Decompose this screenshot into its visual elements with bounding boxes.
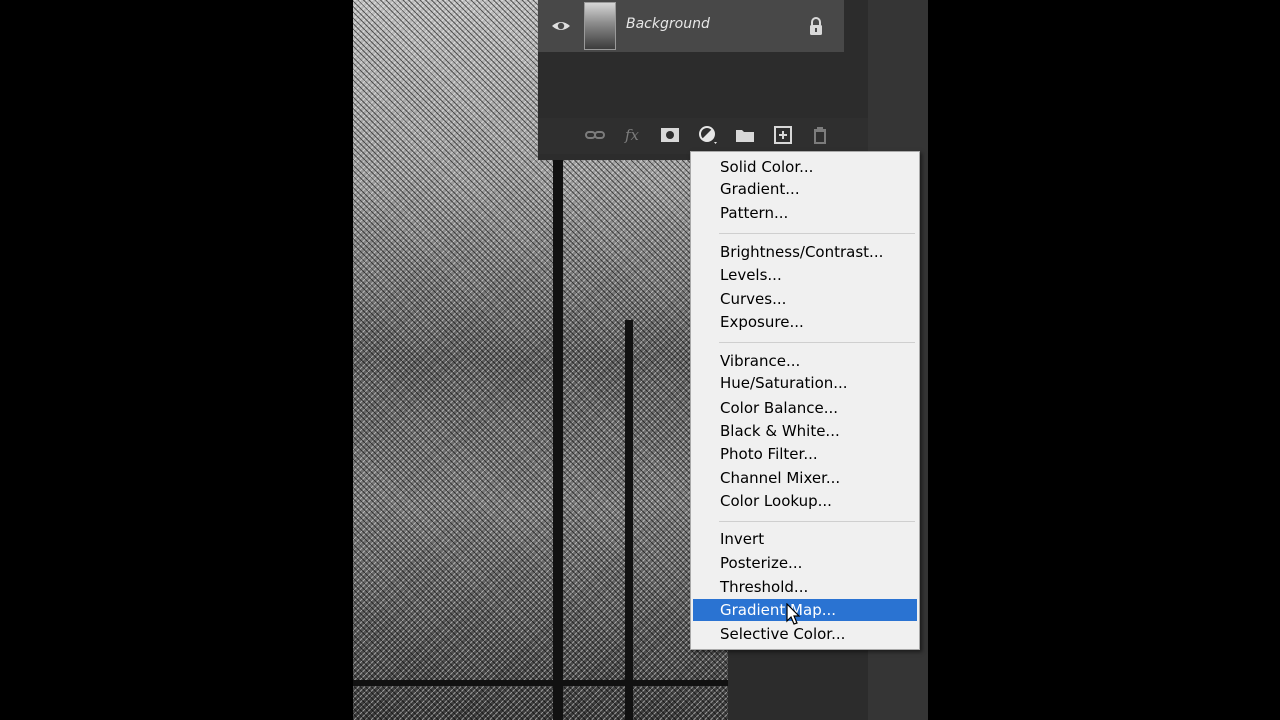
menu-item-exposure[interactable]: Exposure... <box>693 311 917 333</box>
new-layer-icon[interactable] <box>772 124 794 146</box>
mask-icon[interactable] <box>659 124 681 146</box>
menu-item-hue-saturation[interactable]: Hue/Saturation... <box>693 372 917 394</box>
menu-item-label: Curves... <box>720 290 787 308</box>
menu-item-label: Selective Color... <box>720 625 846 643</box>
menu-item-label: Exposure... <box>720 313 804 331</box>
layer-thumbnail <box>584 2 616 50</box>
menu-item-vibrance[interactable]: Vibrance... <box>693 350 917 372</box>
menu-item-label: Gradient Map... <box>720 601 837 619</box>
link-icon[interactable] <box>584 124 606 146</box>
menu-item-invert[interactable]: Invert <box>693 528 917 550</box>
svg-text:fx: fx <box>624 126 640 144</box>
mouse-cursor-icon <box>786 603 801 625</box>
menu-item-posterize[interactable]: Posterize... <box>693 552 917 574</box>
menu-item-label: Channel Mixer... <box>720 469 841 487</box>
menu-item-curves[interactable]: Curves... <box>693 288 917 310</box>
menu-item-photo-filter[interactable]: Photo Filter... <box>693 443 917 465</box>
menu-item-label: Hue/Saturation... <box>720 374 848 392</box>
canvas-pole <box>553 160 563 720</box>
menu-separator <box>719 233 915 234</box>
menu-item-channel-mixer[interactable]: Channel Mixer... <box>693 467 917 489</box>
canvas-pole <box>625 320 633 720</box>
menu-item-color-balance[interactable]: Color Balance... <box>693 397 917 419</box>
menu-item-solid-color[interactable]: Solid Color... <box>693 156 917 178</box>
canvas-rail <box>353 680 728 686</box>
menu-item-label: Brightness/Contrast... <box>720 243 884 261</box>
menu-item-selective-color[interactable]: Selective Color... <box>693 623 917 645</box>
trash-icon[interactable] <box>809 124 831 146</box>
menu-item-label: Solid Color... <box>720 158 814 176</box>
menu-item-gradient[interactable]: Gradient... <box>693 178 917 200</box>
adjustment-layer-menu: Solid Color... Gradient... Pattern... Br… <box>690 151 920 650</box>
lock-icon[interactable] <box>808 16 824 36</box>
fx-icon[interactable]: fx <box>622 124 644 146</box>
menu-item-pattern[interactable]: Pattern... <box>693 202 917 224</box>
menu-item-label: Levels... <box>720 266 782 284</box>
menu-item-label: Gradient... <box>720 180 800 198</box>
menu-item-label: Photo Filter... <box>720 445 818 463</box>
menu-separator <box>719 521 915 522</box>
menu-item-label: Vibrance... <box>720 352 801 370</box>
menu-separator <box>719 342 915 343</box>
menu-item-threshold[interactable]: Threshold... <box>693 576 917 598</box>
menu-item-gradient-map[interactable]: Gradient Map... <box>693 599 917 621</box>
menu-item-label: Posterize... <box>720 554 803 572</box>
adjustment-layer-icon[interactable] <box>697 124 719 146</box>
menu-item-levels[interactable]: Levels... <box>693 264 917 286</box>
menu-item-black-white[interactable]: Black & White... <box>693 420 917 442</box>
layer-name[interactable]: Background <box>626 16 710 32</box>
folder-icon[interactable] <box>734 124 756 146</box>
menu-item-brightness-contrast[interactable]: Brightness/Contrast... <box>693 241 917 263</box>
menu-item-label: Threshold... <box>720 578 809 596</box>
menu-item-color-lookup[interactable]: Color Lookup... <box>693 490 917 512</box>
menu-item-label: Color Lookup... <box>720 492 832 510</box>
menu-item-label: Invert <box>720 530 765 548</box>
eye-icon[interactable] <box>551 18 571 34</box>
menu-item-label: Black & White... <box>720 422 840 440</box>
menu-item-label: Pattern... <box>720 204 789 222</box>
menu-item-label: Color Balance... <box>720 399 839 417</box>
